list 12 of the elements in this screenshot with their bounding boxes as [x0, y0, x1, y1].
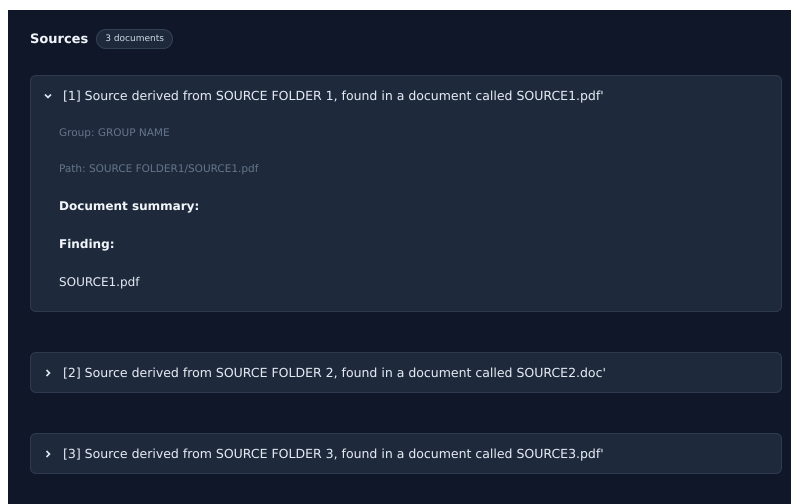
- section-heading: Document summary:: [59, 199, 200, 213]
- finding-text: SOURCE1.pdf: [59, 275, 141, 289]
- source-toggle[interactable]: [2] Source derived from SOURCE FOLDER 2, found in a document called SOURCE2.doc': [31, 353, 781, 392]
- chevron-icon: [43, 368, 53, 378]
- count-badge: 3 documents: [96, 29, 173, 49]
- chevron-icon: [43, 448, 53, 458]
- source-toggle[interactable]: [1] Source derived from SOURCE FOLDER 1, found in a document called SOURCE1.pdf': [31, 76, 781, 115]
- meta-text: Path: SOURCE FOLDER1/SOURCE1.pdf: [59, 163, 260, 175]
- section-title: Sources: [30, 32, 88, 46]
- section-heading: Finding:: [59, 237, 116, 251]
- source-toggle[interactable]: [3] Source derived from SOURCE FOLDER 3, found in a document called SOURCE3.pdf': [31, 434, 781, 473]
- meta-text: Group: GROUP NAME: [59, 127, 171, 139]
